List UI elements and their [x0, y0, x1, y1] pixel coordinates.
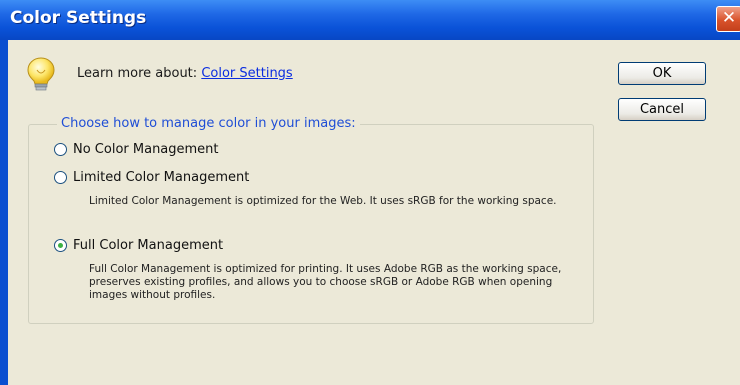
close-button[interactable]: ✕ — [716, 6, 740, 32]
title-bar[interactable]: Color Settings ✕ — [0, 0, 740, 40]
radio-no-color-management[interactable] — [54, 142, 67, 156]
close-icon: ✕ — [721, 8, 737, 28]
option-label: No Color Management — [73, 141, 219, 157]
color-settings-link[interactable]: Color Settings — [201, 66, 292, 81]
dialog-body: Learn more about: Color Settings OK Canc… — [8, 40, 740, 385]
option-limited-color-management[interactable]: Limited Color Management — [54, 168, 249, 186]
color-settings-dialog: Color Settings ✕ Learn more about: Color… — [0, 0, 740, 385]
option-full-color-management[interactable]: Full Color Management — [54, 236, 223, 254]
cancel-button[interactable]: Cancel — [618, 98, 706, 121]
option-label: Limited Color Management — [73, 169, 250, 185]
option-no-color-management[interactable]: No Color Management — [54, 140, 219, 158]
option-label: Full Color Management — [73, 237, 224, 253]
learn-more-prefix: Learn more about: — [77, 66, 198, 81]
radio-limited-color-management[interactable] — [54, 170, 67, 184]
radio-full-color-management[interactable] — [54, 238, 67, 252]
lightbulb-icon — [27, 57, 55, 91]
window-title: Color Settings — [10, 8, 147, 28]
learn-more-line: Learn more about: Color Settings — [77, 66, 293, 81]
full-description: Full Color Management is optimized for p… — [89, 263, 562, 301]
color-management-group: Choose how to manage color in your image… — [28, 116, 594, 324]
ok-button[interactable]: OK — [618, 62, 706, 85]
group-legend: Choose how to manage color in your image… — [57, 116, 360, 131]
limited-description: Limited Color Management is optimized fo… — [89, 195, 557, 207]
